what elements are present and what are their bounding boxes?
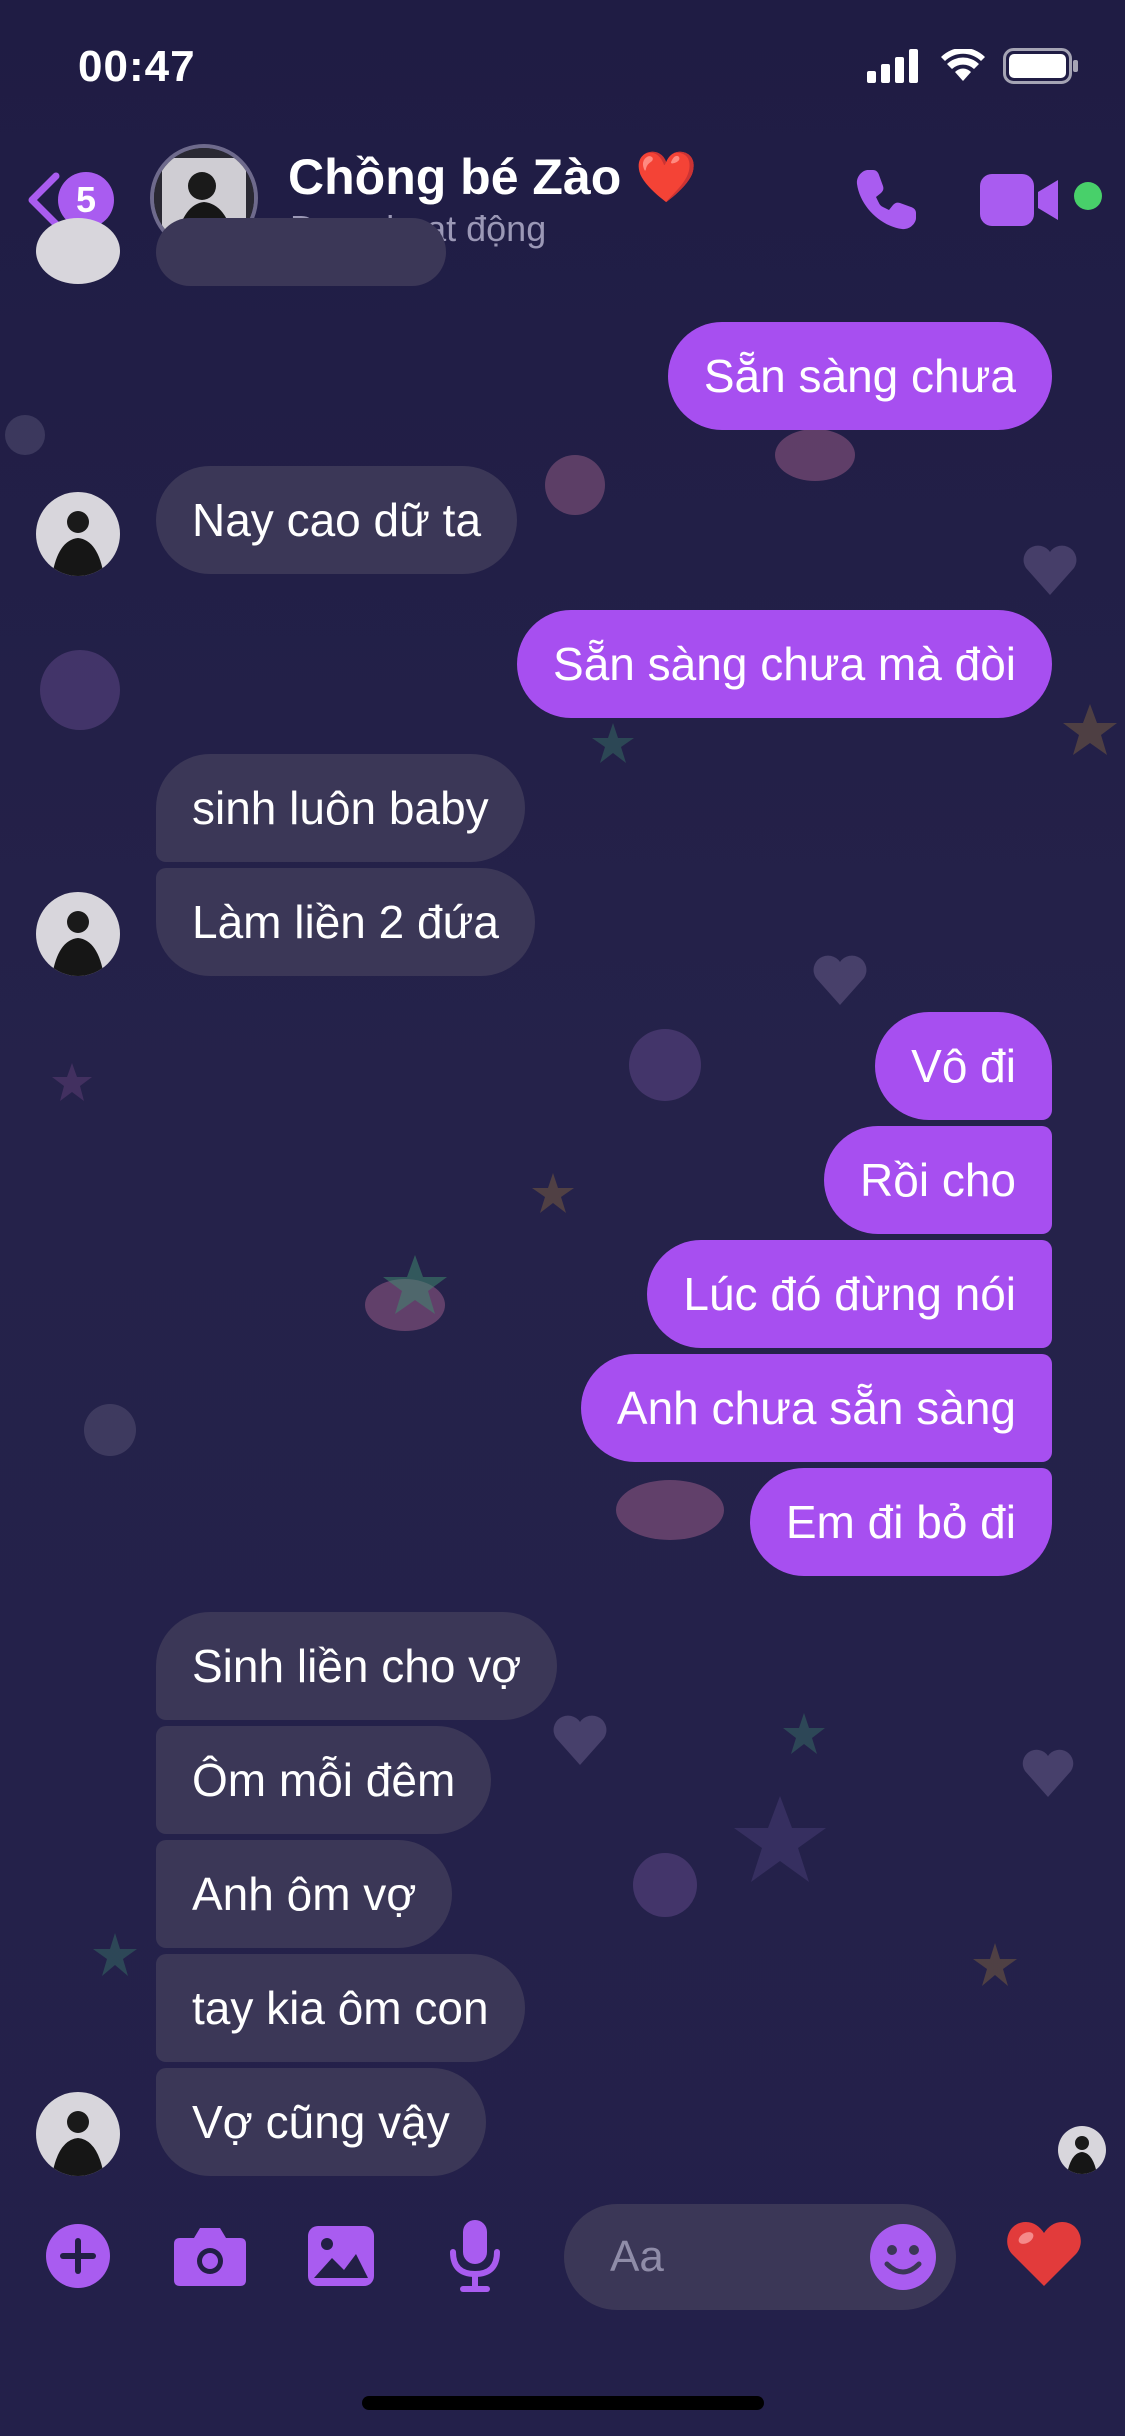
message-bubble-incoming[interactable]: Vợ cũng vậy [156, 2068, 486, 2176]
read-receipt-avatar [1058, 2126, 1106, 2174]
message-bubble-outgoing[interactable]: Vô đi [875, 1012, 1052, 1120]
add-button[interactable] [44, 2222, 112, 2295]
voice-record-button[interactable] [448, 2218, 502, 2299]
message-bubble-incoming[interactable]: tay kia ôm con [156, 1954, 525, 2062]
emoji-icon [870, 2224, 936, 2290]
flower-sticker-icon [629, 1029, 701, 1101]
contact-name[interactable]: Chồng bé Zào ❤️ [288, 148, 697, 207]
message-composer [0, 2200, 1125, 2320]
avatar-photo [52, 511, 104, 576]
star-sticker-icon [1063, 704, 1117, 755]
star-sticker-icon [592, 723, 634, 763]
heart-sticker-icon [1023, 545, 1077, 595]
flower-sticker-icon [633, 1853, 697, 1917]
video-icon [980, 174, 1058, 226]
sender-avatar[interactable] [36, 492, 120, 576]
home-indicator [362, 2396, 764, 2410]
battery-icon [1003, 48, 1078, 84]
star-sticker-icon [734, 1796, 826, 1882]
message-bubble-incoming[interactable]: Nay cao dữ ta [156, 466, 518, 574]
star-sticker-icon [383, 1255, 447, 1314]
status-time: 00:47 [78, 42, 196, 91]
gallery-button[interactable] [306, 2224, 376, 2293]
smiley-sticker-icon [5, 415, 45, 455]
avatar-photo [52, 2111, 104, 2176]
heart-sticker-icon [553, 1715, 607, 1765]
message-bubble-incoming[interactable]: Ôm mỗi đêm [156, 1726, 492, 1834]
image-icon [308, 2226, 374, 2286]
sender-avatar[interactable] [36, 892, 120, 976]
smiley-sticker-icon [545, 455, 605, 515]
butterfly-sticker-icon [616, 1480, 724, 1540]
message-bubble-outgoing[interactable]: Rồi cho [824, 1126, 1052, 1234]
star-sticker-icon [52, 1063, 92, 1101]
message-bubble-outgoing[interactable]: Anh chưa sẵn sàng [580, 1354, 1052, 1462]
wifi-icon [941, 49, 985, 81]
camera-button[interactable] [172, 2226, 248, 2293]
sender-avatar[interactable] [36, 2092, 120, 2176]
emoji-button[interactable] [868, 2222, 938, 2297]
signal-icon [867, 49, 918, 83]
star-sticker-icon [783, 1713, 825, 1754]
message-bubble-outgoing[interactable]: Sẵn sàng chưa [667, 322, 1052, 430]
mic-icon [450, 2220, 500, 2292]
smiley-sticker-icon [84, 1404, 136, 1456]
message-bubble-incoming[interactable]: Anh ôm vợ [156, 1840, 453, 1948]
video-call-button[interactable] [978, 170, 1062, 235]
flower-sticker-icon [40, 650, 120, 730]
phone-icon [856, 170, 916, 230]
message-bubble-incoming[interactable]: Làm liền 2 đứa [156, 868, 535, 976]
message-bubble-outgoing[interactable]: Em đi bỏ đi [749, 1468, 1052, 1576]
voice-call-button[interactable] [850, 164, 922, 241]
message-bubble-outgoing[interactable]: Sẵn sàng chưa mà đòi [517, 610, 1052, 718]
message-bubble-outgoing[interactable]: Lúc đó đừng nói [647, 1240, 1052, 1348]
star-sticker-icon [93, 1933, 137, 1976]
message-bubble-incoming[interactable]: Sinh liền cho vợ [156, 1612, 558, 1720]
sender-avatar-partial [36, 218, 120, 284]
message-bubble-partial [156, 218, 446, 286]
status-icons [867, 48, 1079, 84]
butterfly-sticker-icon [775, 429, 855, 481]
heart-sticker-icon [1022, 1749, 1074, 1797]
online-indicator [1074, 182, 1102, 210]
plus-icon [46, 2224, 110, 2288]
heart-sticker-icon [813, 955, 867, 1005]
star-sticker-icon [532, 1173, 574, 1213]
star-sticker-icon [973, 1943, 1017, 1986]
message-bubble-incoming[interactable]: sinh luôn baby [156, 754, 525, 862]
message-input[interactable] [608, 2226, 852, 2288]
avatar-photo [52, 911, 104, 976]
message-input-container[interactable] [564, 2204, 956, 2310]
camera-icon [174, 2228, 246, 2286]
heart-reaction-button[interactable] [1004, 2216, 1084, 2293]
heart-icon [1007, 2222, 1081, 2286]
avatar-photo [1067, 2136, 1097, 2174]
